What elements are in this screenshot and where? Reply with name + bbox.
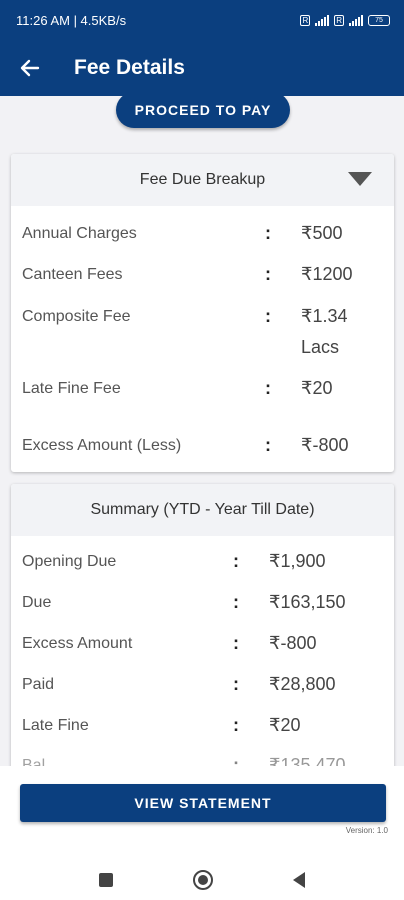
fee-value: ₹500 — [301, 223, 343, 243]
fee-colon: : — [265, 264, 271, 284]
summary-colon: : — [233, 592, 239, 612]
fee-value: ₹20 — [301, 378, 333, 398]
status-icons: R R 75 — [300, 14, 390, 26]
back-triangle-icon[interactable] — [293, 872, 305, 888]
battery-icon: 75 — [368, 14, 390, 26]
fee-label: Late Fine Fee — [22, 380, 121, 397]
fee-label: Canteen Fees — [22, 266, 123, 283]
summary-title: Summary (YTD - Year Till Date) — [90, 501, 315, 518]
home-dot — [198, 875, 208, 885]
fee-due-breakup-card: Fee Due Breakup Annual Charges : ₹500 Ca… — [11, 154, 394, 472]
system-nav-bar — [0, 860, 404, 900]
arrow-left-icon — [20, 59, 40, 77]
status-bar: 11:26 AM | 4.5KB/s R R 75 — [0, 0, 404, 40]
summary-value: ₹1,900 — [269, 551, 326, 571]
version-label: Version: 1.0 — [345, 826, 388, 835]
summary-label: Excess Amount — [22, 635, 133, 652]
summary-colon: : — [233, 633, 239, 653]
summary-colon: : — [233, 551, 239, 571]
fee-label: Excess Amount (Less) — [22, 437, 182, 454]
summary-value: ₹28,800 — [269, 674, 336, 694]
sim1-icon: R — [300, 14, 311, 26]
signal-2-icon — [349, 14, 363, 26]
fee-value: ₹1.34 Lacs — [301, 306, 348, 357]
summary-header: Summary (YTD - Year Till Date) — [11, 484, 394, 536]
summary-label: Due — [22, 594, 52, 611]
bottom-area: VIEW STATEMENT Version: 1.0 — [0, 766, 404, 900]
fee-value: ₹1200 — [301, 264, 353, 284]
summary-value: ₹135,470 — [269, 755, 346, 766]
fee-colon: : — [265, 435, 271, 455]
summary-value: ₹20 — [269, 715, 301, 735]
fee-label: Annual Charges — [22, 225, 137, 242]
back-button[interactable] — [0, 40, 60, 96]
summary-colon: : — [233, 674, 239, 694]
recents-square-icon[interactable] — [99, 873, 113, 887]
summary-value: ₹-800 — [269, 633, 317, 653]
fee-value: ₹-800 — [301, 435, 349, 455]
summary-label: Late Fine — [22, 717, 89, 734]
sim2-icon: R — [334, 14, 344, 26]
app-bar: Fee Details — [0, 40, 404, 96]
summary-label: Opening Due — [22, 553, 117, 570]
summary-label: Paid — [22, 676, 55, 693]
fee-colon: : — [265, 306, 271, 326]
summary-card: Summary (YTD - Year Till Date) Opening D… — [11, 484, 394, 766]
home-circle-icon[interactable] — [193, 870, 213, 890]
page-title: Fee Details — [74, 56, 185, 79]
signal-icon — [315, 14, 330, 26]
proceed-to-pay-button[interactable]: PROCEED TO PAY — [116, 96, 290, 128]
content-scroll-area[interactable]: PROCEED TO PAY Fee Due Breakup Annual Ch… — [0, 96, 404, 766]
fee-due-breakup-header[interactable]: Fee Due Breakup — [11, 154, 394, 206]
fee-label: Composite Fee — [22, 308, 131, 325]
fee-colon: : — [265, 223, 271, 243]
summary-label: Bal — [22, 757, 46, 766]
summary-colon: : — [233, 755, 239, 766]
fee-colon: : — [265, 378, 271, 398]
fee-due-breakup-title: Fee Due Breakup — [139, 171, 266, 188]
summary-colon: : — [233, 715, 239, 735]
status-time-speed: 11:26 AM | 4.5KB/s — [16, 12, 127, 28]
summary-value: ₹163,150 — [269, 592, 346, 612]
triangle-down-icon[interactable] — [348, 172, 372, 186]
view-statement-button[interactable]: VIEW STATEMENT — [20, 784, 386, 822]
